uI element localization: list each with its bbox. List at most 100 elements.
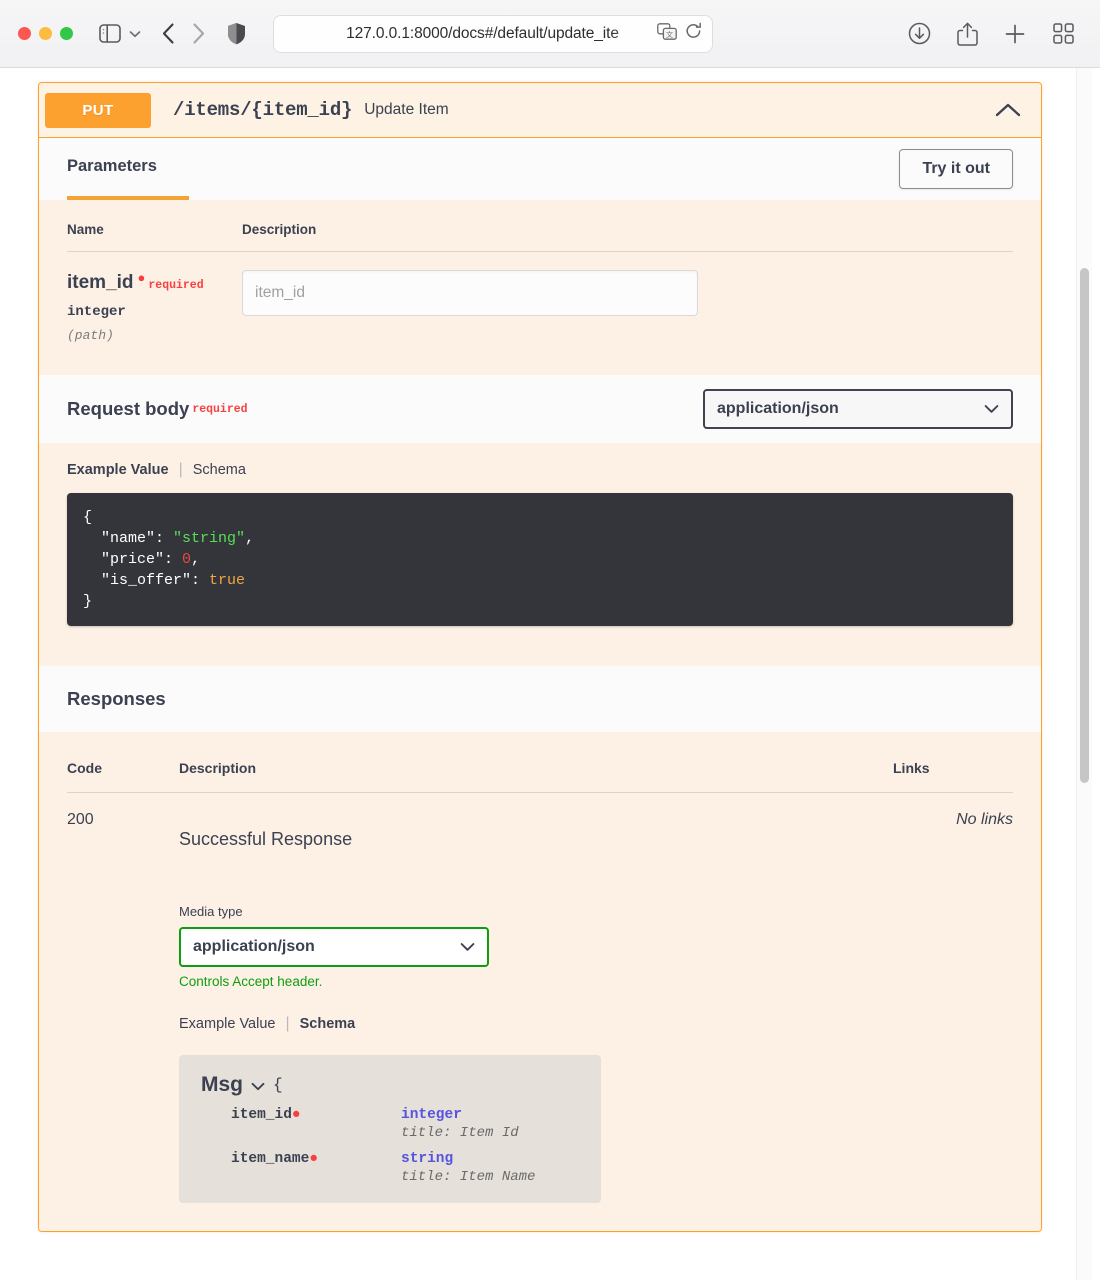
page-scrollbar-thumb[interactable] <box>1080 268 1089 783</box>
parameters-tab-row: Parameters Try it out <box>39 138 1041 200</box>
back-arrow-icon[interactable] <box>153 19 183 49</box>
responses-header: Responses <box>39 666 1041 732</box>
responses-body: Code Description Links 200 Successful Re… <box>39 732 1041 1231</box>
privacy-shield-icon[interactable] <box>221 19 251 49</box>
request-body-example-area: Example Value | Schema { "name": "string… <box>39 443 1041 666</box>
item-id-input[interactable] <box>242 270 698 316</box>
json-close-brace: } <box>83 593 92 610</box>
column-header-code: Code <box>67 760 179 793</box>
json-comma-0: , <box>245 530 254 547</box>
chevron-down-icon <box>984 401 999 418</box>
response-example-schema-tabs: Example Value | Schema <box>179 1015 893 1033</box>
response-description-cell: Successful Response Media type applicati… <box>179 793 893 1204</box>
schema-property-title: title: Item Id <box>201 1125 579 1141</box>
share-icon[interactable] <box>952 19 982 49</box>
chevron-down-icon[interactable] <box>125 19 145 49</box>
required-dot-icon: ● <box>309 1151 318 1167</box>
column-header-links: Links <box>893 760 1013 793</box>
json-key-is-offer: "is_offer" <box>101 572 191 589</box>
http-method-badge: PUT <box>45 93 151 128</box>
schema-property-title: title: Item Name <box>201 1169 579 1185</box>
model-open-brace: { <box>273 1076 283 1094</box>
required-star-icon: ● <box>138 270 146 285</box>
downloads-icon[interactable] <box>904 19 934 49</box>
column-header-name: Name <box>67 222 242 252</box>
response-links-cell: No links <box>893 793 1013 1204</box>
schema-property-name: item_id● <box>201 1107 401 1123</box>
parameters-body: Name Description item_id●required intege… <box>39 200 1041 375</box>
parameter-location: (path) <box>67 328 242 343</box>
parameter-description-cell <box>242 252 1013 350</box>
maximize-window-button[interactable] <box>60 27 73 40</box>
json-comma-1: , <box>191 551 200 568</box>
svg-text:文: 文 <box>666 30 673 39</box>
json-value-price: 0 <box>182 551 191 568</box>
required-label: required <box>148 279 203 292</box>
required-dot-icon: ● <box>292 1107 301 1123</box>
operation-summary[interactable]: PUT /items/{item_id} Update Item <box>39 83 1041 138</box>
schema-property-name: item_name● <box>201 1151 401 1167</box>
tab-example-value[interactable]: Example Value <box>67 462 169 478</box>
plus-icon[interactable] <box>1000 19 1030 49</box>
json-key-price: "price" <box>101 551 164 568</box>
tab-overview-icon[interactable] <box>1048 19 1078 49</box>
url-text: 127.0.0.1:8000/docs#/default/update_ite <box>274 25 657 43</box>
schema-property-row: item_name● string <box>201 1151 579 1167</box>
schema-property-type: integer <box>401 1107 462 1123</box>
model-name: Msg <box>201 1073 243 1097</box>
json-value-name: "string" <box>173 530 245 547</box>
request-body-media-type-value: application/json <box>717 400 839 418</box>
model-title-row[interactable]: Msg { <box>201 1073 579 1097</box>
tab-separator: | <box>285 1015 289 1033</box>
request-body-media-type-select[interactable]: application/json <box>703 389 1013 429</box>
column-header-description: Description <box>179 760 893 793</box>
response-media-type-value: application/json <box>193 938 315 956</box>
forward-arrow-icon[interactable] <box>183 19 213 49</box>
window-controls <box>18 27 73 40</box>
schema-property-name-text: item_name <box>231 1151 309 1167</box>
response-schema-model: Msg { item_id● integer <box>179 1055 601 1203</box>
operation-block-put-items: PUT /items/{item_id} Update Item Paramet… <box>38 82 1042 1232</box>
chevron-down-icon <box>460 939 475 956</box>
chevron-down-icon[interactable] <box>251 1073 265 1097</box>
toolbar-right-group <box>904 19 1082 49</box>
request-body-row: Request body required application/json <box>39 375 1041 443</box>
schema-property-type: string <box>401 1151 453 1167</box>
tab-response-example-value[interactable]: Example Value <box>179 1016 275 1032</box>
translate-icon[interactable]: 文 <box>657 23 677 45</box>
table-row: item_id●required integer (path) <box>67 252 1013 350</box>
json-open-brace: { <box>83 509 92 526</box>
accept-header-note: Controls Accept header. <box>179 974 893 989</box>
try-it-out-button[interactable]: Try it out <box>899 149 1013 189</box>
responses-table: Code Description Links 200 Successful Re… <box>67 760 1013 1203</box>
column-header-description: Description <box>242 222 1013 252</box>
response-code: 200 <box>67 811 179 829</box>
tab-parameters[interactable]: Parameters <box>67 157 157 182</box>
example-schema-tabs: Example Value | Schema <box>67 461 1013 479</box>
json-value-is-offer: true <box>209 572 245 589</box>
media-type-label: Media type <box>179 904 893 919</box>
minimize-window-button[interactable] <box>39 27 52 40</box>
sidebar-icon[interactable] <box>95 19 125 49</box>
parameter-name: item_id <box>67 272 134 294</box>
close-window-button[interactable] <box>18 27 31 40</box>
response-media-type-select[interactable]: application/json <box>179 927 489 967</box>
request-body-title: Request body <box>67 398 189 420</box>
browser-toolbar: 127.0.0.1:8000/docs#/default/update_ite … <box>0 0 1100 68</box>
request-body-required-label: required <box>192 403 247 416</box>
table-header-row: Name Description <box>67 222 1013 252</box>
address-bar[interactable]: 127.0.0.1:8000/docs#/default/update_ite … <box>273 15 713 53</box>
schema-property-row: item_id● integer <box>201 1107 579 1123</box>
schema-property-name-text: item_id <box>231 1107 292 1123</box>
chevron-up-icon[interactable] <box>995 102 1021 118</box>
operation-summary-text: Update Item <box>364 101 448 119</box>
swagger-ui-page: PUT /items/{item_id} Update Item Paramet… <box>0 68 1100 1280</box>
reload-icon[interactable] <box>685 22 702 45</box>
tab-schema[interactable]: Schema <box>193 462 246 478</box>
json-key-name: "name" <box>101 530 155 547</box>
request-body-example-code[interactable]: { "name": "string", "price": 0, "is_offe… <box>67 493 1013 626</box>
parameter-name-cell: item_id●required integer (path) <box>67 252 242 350</box>
response-links: No links <box>893 811 1013 829</box>
response-description: Successful Response <box>179 829 893 850</box>
tab-response-schema[interactable]: Schema <box>300 1016 356 1032</box>
